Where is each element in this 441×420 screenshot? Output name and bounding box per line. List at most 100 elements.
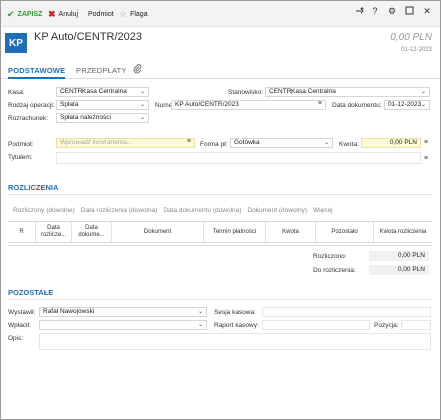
toolbar: ✔ ZAPISZ ✖ Anuluj Podmiot ☆ Flaga ? ⚙ ✕ <box>1 1 440 27</box>
forma-platnosci-select[interactable]: Gotówka ⌄ <box>230 138 333 148</box>
wystawil-value: Rafał Nawojowski <box>43 308 95 315</box>
menu-icon[interactable]: ≡ <box>424 155 428 162</box>
rozrachunek-label: Rozrachunek: <box>8 115 49 122</box>
chevron-down-icon: ⌄ <box>420 102 426 108</box>
menu-icon[interactable]: ≡ <box>318 101 322 108</box>
tytulem-input[interactable] <box>56 152 421 164</box>
column-header[interactable]: Kwota rozliczenia <box>374 222 432 242</box>
do-rozliczenia-value: 0,00 PLN <box>369 265 429 275</box>
filter-dokument[interactable]: Dokument (dowolny) <box>247 207 307 214</box>
close-x-icon: ✖ <box>48 8 56 19</box>
column-header[interactable]: Dokument <box>112 222 204 242</box>
restore-icon[interactable] <box>402 6 416 22</box>
chevron-down-icon: ⌄ <box>139 115 145 121</box>
sesja-kasowa-field[interactable] <box>262 307 431 317</box>
chevron-down-icon: ⌄ <box>197 322 203 328</box>
opis-textarea[interactable] <box>39 333 431 350</box>
stanowisko-select[interactable]: CENTRKasa Centralna ⌄ <box>265 87 430 97</box>
kasa-code: CENTR <box>60 88 83 95</box>
section-divider <box>8 299 432 300</box>
pozostale-title: POZOSTAŁE <box>8 288 54 297</box>
rozliczono-label: Rozliczono: <box>313 253 347 260</box>
raport-kasowy-field[interactable] <box>262 320 370 330</box>
filter-bar: Rozliczony (dowolne) Data rozliczenia (d… <box>13 207 333 214</box>
section-divider <box>8 194 432 195</box>
raport-kasowy-label: Raport kasowy: <box>214 322 259 329</box>
contractor-button[interactable]: Podmiot <box>88 7 114 21</box>
wystawil-select[interactable]: Rafał Nawojowski ⌄ <box>39 307 207 317</box>
data-dokumentu-field[interactable]: 01-12-2023 ⌄ <box>384 100 430 110</box>
podmiot-placeholder: Wprowadź kontrahenta... <box>60 139 133 146</box>
column-header[interactable]: Termin płatności <box>204 222 266 242</box>
kasa-name: Kasa Centralna <box>82 88 127 95</box>
do-rozliczenia-label: Do rozliczenia: <box>313 267 356 274</box>
chevron-down-icon: ⌄ <box>139 102 145 108</box>
tytulem-label: Tytułem: <box>8 154 33 161</box>
data-dokumentu-label: Data dokumentu: <box>332 102 382 109</box>
chevron-down-icon: ⌄ <box>197 309 203 315</box>
data-dokumentu-value: 01-12-2023 <box>388 101 422 108</box>
rodzaj-operacji-label: Rodzaj operacji: <box>8 102 55 109</box>
filter-rozliczony[interactable]: Rozliczony (dowolne) <box>13 207 75 214</box>
flag-button[interactable]: ☆ Flaga <box>119 7 148 21</box>
attachment-icon[interactable] <box>133 64 142 76</box>
save-button[interactable]: ✔ ZAPISZ <box>7 7 42 21</box>
page-title: KP Auto/CENTR/2023 <box>34 31 143 43</box>
rozliczono-value: 0,00 PLN <box>369 251 429 261</box>
rozrachunek-value: Spłata należności <box>60 114 111 121</box>
forma-platnosci-value: Gotówka <box>234 139 260 146</box>
rozliczenia-title: ROZLICZENIA <box>8 183 59 192</box>
close-icon[interactable]: ✕ <box>420 6 434 22</box>
forma-platnosci-label: Forma pł: <box>200 141 228 148</box>
kwota-label: Kwota: <box>339 141 359 148</box>
contractor-label: Podmiot <box>88 10 114 18</box>
chevron-down-icon: ⌄ <box>139 89 145 95</box>
tab-basic[interactable]: PODSTAWOWE <box>8 66 66 79</box>
stanowisko-code: CENTR <box>269 88 292 95</box>
rodzaj-operacji-select[interactable]: Spłata ⌄ <box>56 100 149 110</box>
flag-label: Flaga <box>130 10 148 18</box>
numer-field[interactable]: KP Auto/CENTR/2023 ≡ <box>171 100 326 110</box>
check-icon: ✔ <box>7 8 15 19</box>
podmiot-input[interactable]: Wprowadź kontrahenta... ≡ <box>56 138 195 148</box>
tab-prepayments[interactable]: PRZEDPŁATY <box>76 66 127 75</box>
document-type-badge: KP <box>5 33 27 53</box>
column-header[interactable]: Data rozlicze... <box>36 222 72 242</box>
filter-data-dokumentu[interactable]: Data dokumentu (dowolna) <box>163 207 241 214</box>
column-header[interactable]: Pozostało <box>316 222 374 242</box>
chevron-down-icon: ⌄ <box>420 89 426 95</box>
cancel-button[interactable]: ✖ Anuluj <box>48 7 78 21</box>
help-icon[interactable]: ? <box>368 6 382 22</box>
pozycja-field[interactable] <box>401 320 431 330</box>
wystawil-label: Wystawił: <box>8 309 36 316</box>
podmiot-label: Podmiot: <box>8 141 34 148</box>
header-date: 01-12-2023 <box>401 47 432 53</box>
wplacil-label: Wpłacił: <box>8 322 31 329</box>
settings-icon[interactable]: ⚙ <box>385 6 399 22</box>
rozliczenia-table-body <box>8 243 432 246</box>
kasa-select[interactable]: CENTRKasa Centralna ⌄ <box>56 87 149 97</box>
column-header[interactable]: Kwota <box>266 222 316 242</box>
menu-icon[interactable]: ≡ <box>187 139 191 146</box>
kwota-value: 0,00 PLN <box>389 139 417 146</box>
stanowisko-name: Kasa Centralna <box>291 88 336 95</box>
tab-bar: PODSTAWOWE PRZEDPŁATY <box>1 63 440 79</box>
filter-more[interactable]: Więcej <box>313 207 333 214</box>
filter-data-rozliczenia[interactable]: Data rozliczenia (dowolna) <box>81 207 158 214</box>
column-header[interactable]: Data dokume... <box>72 222 112 242</box>
menu-icon[interactable]: ≡ <box>424 139 428 146</box>
kasa-label: Kasa: <box>8 89 25 96</box>
rozliczenia-table-header: R Data rozlicze... Data dokume... Dokume… <box>8 221 432 243</box>
wplacil-select[interactable]: ⌄ <box>39 320 207 330</box>
kwota-input[interactable]: 0,00 PLN <box>361 138 421 148</box>
star-icon: ☆ <box>119 8 128 19</box>
cancel-label: Anuluj <box>58 10 79 18</box>
stanowisko-label: Stanowisko: <box>228 89 264 96</box>
document-window: ✔ ZAPISZ ✖ Anuluj Podmiot ☆ Flaga ? ⚙ ✕ … <box>0 0 441 420</box>
link-add-icon[interactable] <box>353 6 367 22</box>
column-header[interactable]: R <box>8 222 36 242</box>
rozrachunek-select[interactable]: Spłata należności ⌄ <box>56 113 149 123</box>
pozycja-label: Pozycja: <box>374 322 399 329</box>
sesja-kasowa-label: Sesja kasowa: <box>214 309 256 316</box>
save-label: ZAPISZ <box>17 10 43 18</box>
